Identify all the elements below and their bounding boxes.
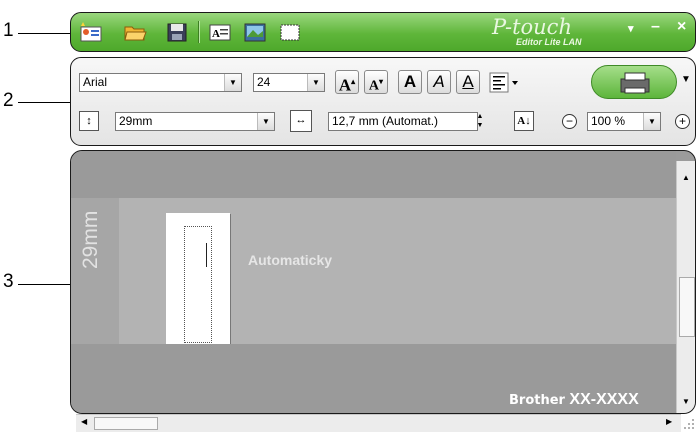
svg-text:A: A <box>212 28 220 40</box>
bold-button[interactable]: A <box>398 70 422 94</box>
shrink-font-button[interactable]: A▾ <box>364 70 388 94</box>
zoom-value: 100 % <box>591 114 626 128</box>
text-frame[interactable] <box>184 226 212 343</box>
print-icon <box>620 72 650 94</box>
label-canvas[interactable]: Automaticky 29mm Brother XX-XXXX ▲ ▼ <box>70 150 696 414</box>
callout-1-line <box>18 33 70 34</box>
format-toolbar: Arial ▼ 24 ▼ A▴ A▾ A A A ▼ ↕ 29mm ▼ ↔ 12… <box>70 57 696 146</box>
printer-model-number: XX-XXXX <box>569 391 639 408</box>
auto-length-label: Automaticky <box>248 252 333 268</box>
font-name-value: Arial <box>83 75 108 89</box>
canvas-margin-top <box>71 151 676 198</box>
font-name-select[interactable]: Arial ▼ <box>79 73 242 92</box>
scroll-down-icon[interactable]: ▼ <box>682 397 690 406</box>
vertical-scrollbar[interactable]: ▲ ▼ <box>676 161 695 413</box>
zoom-in-button[interactable]: + <box>675 114 690 129</box>
callout-3-line <box>18 284 70 285</box>
save-icon[interactable] <box>165 21 187 43</box>
chevron-down-icon[interactable]: ▼ <box>257 113 274 130</box>
zoom-out-label: − <box>565 114 573 128</box>
italic-button[interactable]: A <box>427 70 451 94</box>
shrink-font-label: A <box>368 78 380 94</box>
label-preview[interactable] <box>166 213 230 356</box>
callout-1: 1 <box>3 20 14 41</box>
vertical-scroll-thumb[interactable] <box>679 277 695 337</box>
open-folder-icon[interactable] <box>123 21 147 43</box>
tape-width-select[interactable]: 29mm ▼ <box>115 112 275 131</box>
label-length-value: 12,7 mm (Automat.) <box>332 114 439 128</box>
toolbar-separator <box>198 21 200 43</box>
chevron-down-icon[interactable]: ▼ <box>307 74 324 91</box>
text-cursor <box>206 243 207 267</box>
app-logo: P-touch Editor Lite LAN <box>486 15 606 49</box>
italic-label: A <box>433 72 445 91</box>
zoom-out-button[interactable]: − <box>562 114 577 129</box>
label-length-field[interactable]: 12,7 mm (Automat.) <box>328 112 478 131</box>
label-length-spinner[interactable]: ▲ ▼ <box>474 112 486 131</box>
resize-grip-icon[interactable] <box>683 416 695 430</box>
close-button[interactable]: × <box>677 18 686 36</box>
align-icon[interactable] <box>489 72 525 93</box>
font-size-select[interactable]: 24 ▼ <box>253 73 325 92</box>
scroll-up-icon[interactable]: ▲ <box>682 173 690 182</box>
grow-font-button[interactable]: A▴ <box>335 70 359 95</box>
scroll-left-icon[interactable]: ◀ <box>81 417 87 426</box>
print-options-chevron-icon[interactable]: ▼ <box>681 74 691 85</box>
printer-brand: Brother <box>509 393 565 408</box>
callout-2-line <box>18 102 70 103</box>
chevron-down-icon[interactable]: ▼ <box>224 74 241 91</box>
image-icon[interactable] <box>243 21 266 43</box>
tape-width-indicator: 29mm <box>79 210 102 269</box>
callout-2: 2 <box>3 90 14 111</box>
bold-label: A <box>403 72 417 91</box>
frame-icon[interactable] <box>278 21 300 43</box>
title-bar: A P-touch Editor Lite LAN ▾ – × <box>70 12 696 52</box>
printer-model: Brother XX-XXXX <box>509 391 639 409</box>
zoom-select[interactable]: 100 % ▼ <box>587 112 661 131</box>
horizontal-scrollbar[interactable]: ◀ ▶ <box>76 414 681 432</box>
underline-button[interactable]: A <box>456 70 480 94</box>
label-length-icon: ↔ <box>290 110 312 132</box>
tape-width-icon: ↕ <box>79 111 99 131</box>
underline-label: A <box>462 72 474 91</box>
grow-font-label: A <box>338 75 352 95</box>
horizontal-scroll-thumb[interactable] <box>94 417 158 430</box>
logo-subtitle: Editor Lite LAN <box>516 37 582 47</box>
tape-area[interactable]: Automaticky <box>119 198 676 356</box>
tape-width-value: 29mm <box>119 114 153 128</box>
callout-3: 3 <box>3 271 14 292</box>
print-button[interactable] <box>591 65 677 99</box>
options-dropdown-icon[interactable]: ▾ <box>628 22 634 35</box>
new-label-icon[interactable] <box>79 21 102 43</box>
zoom-in-label: + <box>678 114 686 128</box>
chevron-down-icon[interactable]: ▼ <box>643 113 660 130</box>
font-size-value: 24 <box>257 75 271 89</box>
scroll-right-icon[interactable]: ▶ <box>666 417 672 426</box>
text-icon[interactable]: A <box>208 21 231 43</box>
minimize-button[interactable]: – <box>651 18 660 36</box>
vertical-text-icon[interactable]: A↓ <box>514 111 534 131</box>
logo-script: P-touch <box>492 15 572 39</box>
